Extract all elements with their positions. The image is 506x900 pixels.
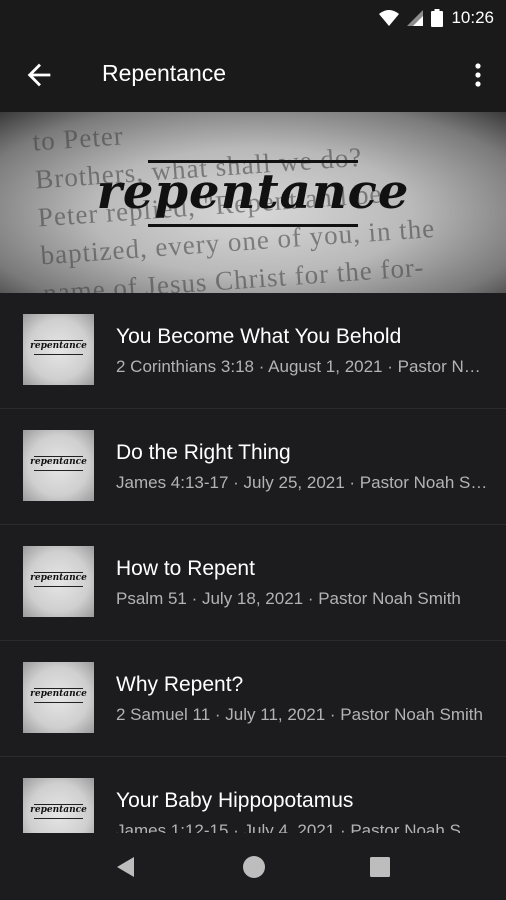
sermon-subtitle: 2 Corinthians 3:18 · August 1, 2021 · Pa… [116,357,488,376]
sermon-thumbnail: repentance [23,546,94,617]
signal-icon [407,10,424,26]
sermon-title: How to Repent [116,557,255,580]
overflow-menu-button[interactable] [468,58,488,92]
status-bar: 10:26 [0,0,506,36]
nav-recents-button[interactable] [366,853,394,881]
sermon-title: You Become What You Behold [116,325,402,348]
thumbnail-title: repentance [30,689,87,699]
thumbnail-rule [34,470,83,471]
list-item[interactable]: repentance How to Repent Psalm 51 · July… [0,525,506,641]
list-item[interactable]: repentance Do the Right Thing James 4:13… [0,409,506,525]
thumbnail-title: repentance [30,341,87,351]
banner-rule-bottom [148,224,358,227]
sermon-thumbnail: repentance [23,662,94,733]
sermon-subtitle: Psalm 51 · July 18, 2021 · Pastor Noah S… [116,589,461,608]
status-time: 10:26 [451,8,494,27]
banner-title: repentance [96,164,410,220]
home-circle-icon [243,856,265,878]
thumbnail-rule [34,702,83,703]
page-title: Repentance [102,60,227,86]
series-banner: to Peter Brothers, what shall we do? Pet… [0,112,506,293]
sermon-title: Do the Right Thing [116,441,291,464]
battery-icon [431,9,444,27]
thumbnail-title: repentance [30,805,87,815]
system-nav-bar [0,833,506,900]
sermon-list: repentance You Become What You Behold 2 … [0,293,506,873]
thumbnail-rule [34,586,83,587]
thumbnail-title: repentance [30,457,87,467]
nav-home-button[interactable] [240,853,268,881]
sermon-subtitle: 2 Samuel 11 · July 11, 2021 · Pastor Noa… [116,705,483,724]
arrow-back-icon [27,63,51,87]
sermon-thumbnail: repentance [23,430,94,501]
back-triangle-icon [117,857,134,877]
more-vert-icon [475,63,481,87]
status-icons: 10:26 [379,8,494,28]
sermon-subtitle: James 4:13-17 · July 25, 2021 · Pastor N… [116,473,488,492]
banner-rule-top [148,160,358,163]
back-button[interactable] [22,58,56,92]
wifi-icon [379,10,400,26]
app-bar: Repentance [0,36,506,112]
recents-square-icon [370,857,390,877]
thumbnail-rule [34,354,83,355]
sermon-thumbnail: repentance [23,314,94,385]
nav-back-button[interactable] [112,853,140,881]
sermon-title: Why Repent? [116,673,244,696]
thumbnail-rule [34,818,83,819]
thumbnail-title: repentance [30,573,87,583]
list-item[interactable]: repentance Why Repent? 2 Samuel 11 · Jul… [0,641,506,757]
list-item[interactable]: repentance You Become What You Behold 2 … [0,293,506,409]
sermon-title: Your Baby Hippopotamus [116,789,354,812]
